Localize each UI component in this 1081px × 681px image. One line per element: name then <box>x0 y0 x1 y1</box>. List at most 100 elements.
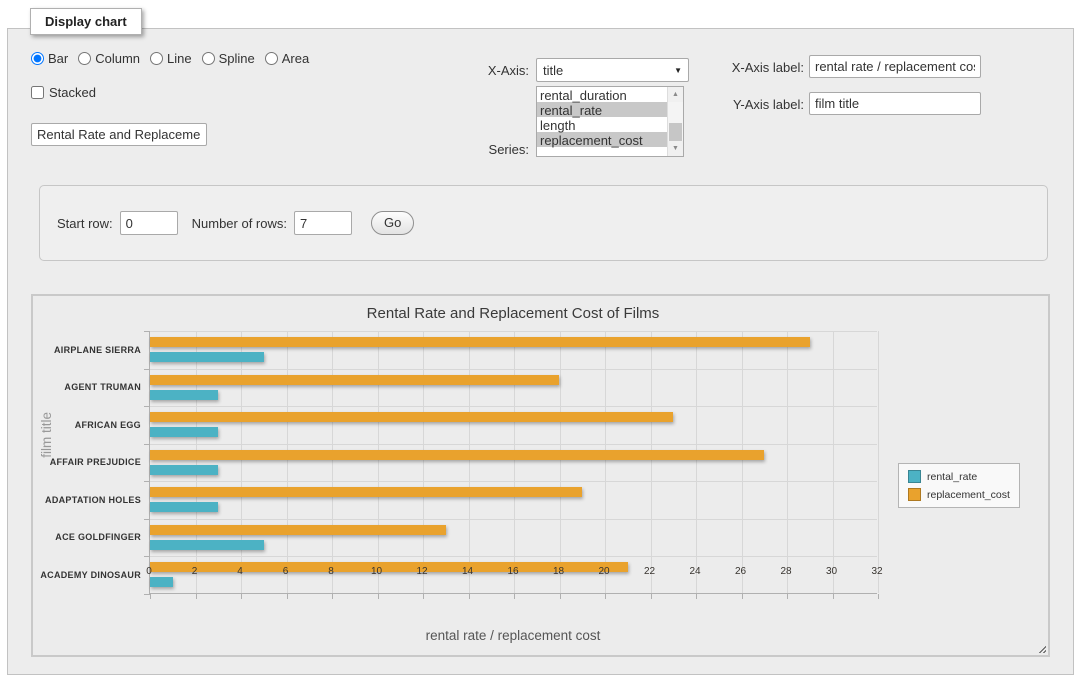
x-axis-tick <box>241 594 242 599</box>
y-axis-tick <box>144 444 150 445</box>
x-axis-tick <box>378 594 379 599</box>
bar-replacement-cost[interactable] <box>150 412 673 422</box>
x-tick-label: 24 <box>689 566 700 577</box>
x-axis-tick <box>423 594 424 599</box>
x-gridline <box>287 331 288 593</box>
series-option-rental_rate[interactable]: rental_rate <box>537 102 667 117</box>
x-gridline <box>787 331 788 593</box>
chart-type-radio-group: Bar Column Line Spline Area <box>31 51 309 66</box>
chart-type-label-bar: Bar <box>48 51 68 66</box>
category-label: AIRPLANE SIERRA <box>54 345 141 355</box>
bar-replacement-cost[interactable] <box>150 337 810 347</box>
bar-rental-rate[interactable] <box>150 427 218 437</box>
y-axis-tick <box>144 481 150 482</box>
chart-type-radio-spline[interactable] <box>202 52 215 65</box>
bar-replacement-cost[interactable] <box>150 525 446 535</box>
x-axis-tick <box>514 594 515 599</box>
series-multiselect[interactable]: rental_durationrental_ratelengthreplacem… <box>536 86 684 157</box>
category-gridline <box>150 444 877 445</box>
series-option-length[interactable]: length <box>537 117 667 132</box>
x-gridline <box>696 331 697 593</box>
scroll-down-icon[interactable]: ▼ <box>668 141 683 156</box>
bar-rental-rate[interactable] <box>150 502 218 512</box>
chart-type-option-spline: Spline <box>202 51 255 66</box>
chart-type-option-column: Column <box>78 51 140 66</box>
fieldset-legend: Display chart <box>30 8 142 35</box>
bar-rental-rate[interactable] <box>150 465 218 475</box>
y-axis-title: film title <box>39 412 54 458</box>
series-options: rental_durationrental_ratelengthreplacem… <box>537 87 667 156</box>
x-gridline <box>241 331 242 593</box>
category-label: AGENT TRUMAN <box>64 382 141 392</box>
x-tick-label: 28 <box>780 566 791 577</box>
chart-type-radio-area[interactable] <box>265 52 278 65</box>
x-tick-label: 18 <box>553 566 564 577</box>
x-gridline <box>878 331 879 593</box>
chart-title: Rental Rate and Replacement Cost of Film… <box>149 305 877 322</box>
legend-item-replacement_cost[interactable]: replacement_cost <box>908 488 1010 501</box>
go-button[interactable]: Go <box>371 211 414 235</box>
bar-rental-rate[interactable] <box>150 390 218 400</box>
start-row-label: Start row: <box>57 216 113 231</box>
x-axis-tick <box>742 594 743 599</box>
x-tick-label: 14 <box>462 566 473 577</box>
series-option-rental_duration[interactable]: rental_duration <box>537 87 667 102</box>
x-tick-label: 32 <box>871 566 882 577</box>
bar-replacement-cost[interactable] <box>150 375 559 385</box>
x-tick-label: 6 <box>283 566 289 577</box>
bar-replacement-cost[interactable] <box>150 450 764 460</box>
x-axis-tick <box>696 594 697 599</box>
x-axis-tick <box>651 594 652 599</box>
y-axis-tick <box>144 406 150 407</box>
x-tick-label: 10 <box>371 566 382 577</box>
chart-type-label-line: Line <box>167 51 192 66</box>
bar-replacement-cost[interactable] <box>150 487 582 497</box>
x-gridline <box>332 331 333 593</box>
series-option-replacement_cost[interactable]: replacement_cost <box>537 132 667 147</box>
x-axis-select-label: X-Axis: <box>454 63 529 78</box>
bar-rental-rate[interactable] <box>150 352 264 362</box>
x-gridline <box>469 331 470 593</box>
y-axis-tick <box>144 331 150 332</box>
category-label: ACE GOLDFINGER <box>55 532 141 542</box>
bar-rental-rate[interactable] <box>150 540 264 550</box>
x-axis-select[interactable]: title ▼ <box>536 58 689 82</box>
start-row-input[interactable] <box>120 211 178 235</box>
bar-rental-rate[interactable] <box>150 577 173 587</box>
chart-type-radio-column[interactable] <box>78 52 91 65</box>
number-of-rows-input[interactable] <box>294 211 352 235</box>
x-axis-tick <box>332 594 333 599</box>
category-label: AFRICAN EGG <box>75 420 141 430</box>
scroll-up-icon[interactable]: ▲ <box>668 87 683 102</box>
chart-type-label-spline: Spline <box>219 51 255 66</box>
resize-handle-icon[interactable] <box>1036 643 1046 653</box>
x-axis-tick <box>287 594 288 599</box>
y-axis-label-caption: Y-Axis label: <box>721 97 804 112</box>
chart-type-option-line: Line <box>150 51 192 66</box>
category-label: ADAPTATION HOLES <box>45 495 141 505</box>
x-axis-tick <box>560 594 561 599</box>
x-axis-title: rental rate / replacement cost <box>149 628 877 643</box>
series-label: Series: <box>454 142 529 157</box>
chart-type-option-bar: Bar <box>31 51 68 66</box>
chart-title-input[interactable] <box>31 123 207 146</box>
x-axis-selected-value: title <box>543 63 563 78</box>
category-gridline <box>150 519 877 520</box>
x-tick-label: 12 <box>416 566 427 577</box>
category-gridline <box>150 331 877 332</box>
stacked-checkbox[interactable] <box>31 86 44 99</box>
y-axis-label-input[interactable] <box>809 92 981 115</box>
legend-item-rental_rate[interactable]: rental_rate <box>908 470 1010 483</box>
chart-type-option-area: Area <box>265 51 309 66</box>
legend-swatch-icon <box>908 470 921 483</box>
x-axis-tick <box>150 594 151 599</box>
series-scrollbar[interactable]: ▲ ▼ <box>667 87 683 156</box>
x-tick-label: 26 <box>735 566 746 577</box>
stacked-label: Stacked <box>49 85 96 100</box>
number-of-rows-label: Number of rows: <box>192 216 287 231</box>
x-axis-tick <box>196 594 197 599</box>
chart-type-radio-line[interactable] <box>150 52 163 65</box>
x-axis-label-input[interactable] <box>809 55 981 78</box>
chart-type-radio-bar[interactable] <box>31 52 44 65</box>
chart-legend: rental_rate replacement_cost <box>898 463 1020 508</box>
